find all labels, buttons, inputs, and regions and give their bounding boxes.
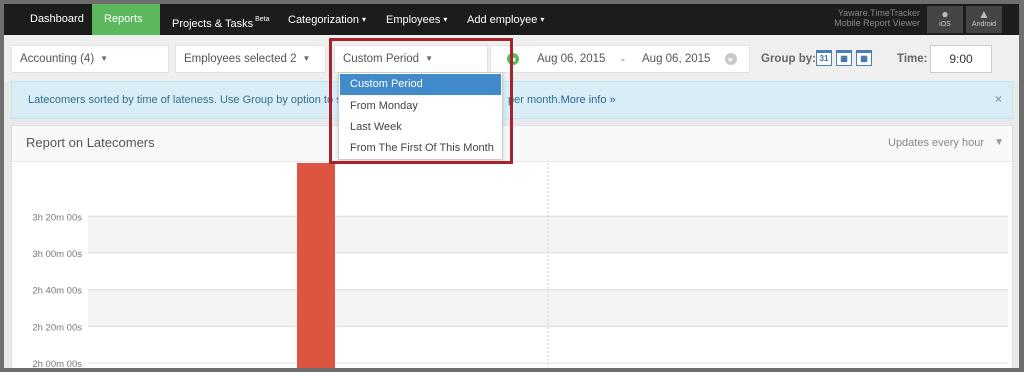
y-tick-label: 2h 00m 00s xyxy=(32,359,82,370)
ios-app-button[interactable]: ● iOS xyxy=(927,6,963,33)
collapse-chevron-icon[interactable]: ▼ xyxy=(994,126,1004,160)
group-by-month-icon[interactable]: ▦ xyxy=(856,50,872,66)
chevron-down-icon: ▾ xyxy=(361,15,366,24)
nav-dashboard-label: Dashboard xyxy=(30,13,84,25)
group-by-day-icon[interactable]: 31 xyxy=(816,50,832,66)
app-frame: Dashboard Reports▾ Projects & TasksBeta … xyxy=(0,0,1024,372)
time-input[interactable]: 9:00 xyxy=(930,45,992,73)
nav-projects-label: Projects & Tasks xyxy=(172,18,254,30)
report-title: Report on Latecomers xyxy=(26,135,155,150)
y-tick-label: 3h 20m 00s xyxy=(32,212,82,223)
beta-badge: Beta xyxy=(255,16,270,23)
date-from[interactable]: Aug 06, 2015 xyxy=(537,46,605,72)
date-separator: - xyxy=(621,52,625,66)
nav-reports-label: Reports xyxy=(104,13,143,25)
department-select[interactable]: Accounting (4) ▼ xyxy=(11,45,169,73)
date-range: ◂ Aug 06, 2015 - Aug 06, 2015 ▸ xyxy=(490,45,750,73)
nav-employees[interactable]: Employees ▾ xyxy=(374,4,459,35)
time-label: Time: xyxy=(897,53,928,65)
latecomer-bar[interactable] xyxy=(297,163,335,372)
viewer-line2: Mobile Report Viewer xyxy=(834,18,920,28)
info-text: Latecomers sorted by time of lateness. U… xyxy=(28,94,364,106)
info-tail-text: per month. xyxy=(508,94,561,106)
next-period-icon[interactable]: ▸ xyxy=(725,53,737,65)
nav-projects-tasks[interactable]: Projects & Tasks Beta xyxy=(160,4,282,35)
annotation-highlight-box xyxy=(329,38,513,164)
caret-down-icon: ▼ xyxy=(302,54,311,63)
y-tick-label: 3h 00m 00s xyxy=(32,249,82,260)
close-icon[interactable]: × xyxy=(995,82,1002,116)
caret-down-icon: ▼ xyxy=(100,54,109,63)
nav-categorization-label: Categorization xyxy=(288,14,359,26)
nav-categorization[interactable]: Categorization ▾ xyxy=(276,4,378,35)
nav-add-employee[interactable]: Add employee ▾ xyxy=(455,4,556,35)
apple-icon: ● xyxy=(941,7,949,21)
group-by-label: Group by: xyxy=(761,53,816,65)
info-tail: per month.More info » xyxy=(508,82,616,118)
more-info-link[interactable]: More info » xyxy=(561,94,616,106)
android-app-button[interactable]: ▲ Android xyxy=(966,6,1002,33)
nav-employees-label: Employees xyxy=(386,14,441,26)
y-tick-label: 2h 20m 00s xyxy=(32,322,82,333)
employees-value: Employees selected 2 xyxy=(184,53,297,65)
viewer-line1: Yaware.TimeTracker xyxy=(837,8,920,18)
latecomers-chart: 3h 20m 00s 3h 00m 00s 2h 40m 00s 2h 20m 00s… xyxy=(32,163,1008,372)
nav-add-employee-label: Add employee xyxy=(467,14,538,26)
group-by-day-number: 31 xyxy=(819,54,829,63)
update-frequency: Updates every hour xyxy=(888,137,984,149)
date-to[interactable]: Aug 06, 2015 xyxy=(642,46,710,72)
top-navbar: Dashboard Reports▾ Projects & TasksBeta … xyxy=(4,4,1019,55)
chevron-down-icon: ▾ xyxy=(443,15,448,24)
android-label: Android xyxy=(971,21,997,28)
group-by-week-icon[interactable]: ▦ xyxy=(836,50,852,66)
y-tick-label: 2h 40m 00s xyxy=(32,286,82,297)
chevron-down-icon: ▾ xyxy=(540,15,545,24)
mobile-viewer-caption: Yaware.TimeTracker Mobile Report Viewer xyxy=(784,8,920,28)
android-icon: ▲ xyxy=(978,7,990,21)
nav-dashboard[interactable]: Dashboard xyxy=(18,4,96,35)
ios-label: iOS xyxy=(939,21,951,28)
employees-select[interactable]: Employees selected 2 ▼ xyxy=(175,45,326,73)
nav-reports[interactable]: Reports▾ xyxy=(92,4,160,55)
department-value: Accounting (4) xyxy=(20,53,95,65)
